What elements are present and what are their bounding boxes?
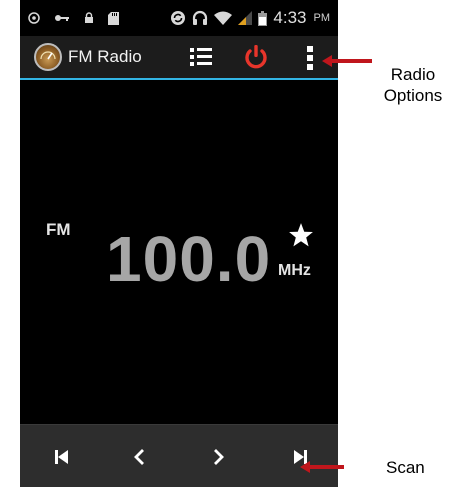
- scan-annotation: Scan: [386, 458, 425, 477]
- scan-arrow: [300, 461, 344, 473]
- radio-options-arrow: [322, 55, 372, 67]
- tuner-display: FM 100.0 MHz: [20, 82, 338, 424]
- previous-station-icon[interactable]: [52, 447, 72, 467]
- status-time: 4:33: [273, 8, 307, 27]
- wifi-icon: [214, 11, 233, 25]
- sim-icon: [28, 12, 40, 24]
- star-icon[interactable]: [288, 222, 314, 248]
- action-bar: FM Radio: [20, 36, 338, 80]
- key-icon: [55, 15, 69, 21]
- seek-down-icon[interactable]: [130, 447, 150, 467]
- seek-up-icon[interactable]: [208, 447, 228, 467]
- phone-screen: 4:33 PM FM Radio FM 100.0 MHz: [20, 0, 338, 487]
- fm-radio-app-icon[interactable]: [34, 43, 62, 71]
- lock-icon: [85, 12, 93, 23]
- frequency-unit: MHz: [278, 262, 311, 279]
- battery-icon: [258, 10, 268, 26]
- frequency-value: 100.0: [106, 223, 272, 295]
- headphones-icon: [193, 10, 208, 25]
- playback-controls: [20, 424, 338, 487]
- band-label: FM: [46, 220, 71, 239]
- radio-options-line1: Radio: [390, 65, 436, 84]
- power-icon[interactable]: [243, 43, 269, 71]
- sync-icon: [171, 11, 186, 25]
- status-ampm: PM: [313, 12, 331, 24]
- app-title: FM Radio: [68, 47, 142, 66]
- overflow-menu-icon[interactable]: [304, 45, 316, 71]
- station-list-icon[interactable]: [188, 44, 214, 70]
- radio-options-line2: Options: [383, 86, 443, 105]
- sdcard-icon: [108, 11, 119, 25]
- signal-icon: [238, 11, 253, 25]
- status-bar: 4:33 PM: [20, 0, 338, 36]
- radio-options-annotation: Radio Options: [380, 64, 446, 106]
